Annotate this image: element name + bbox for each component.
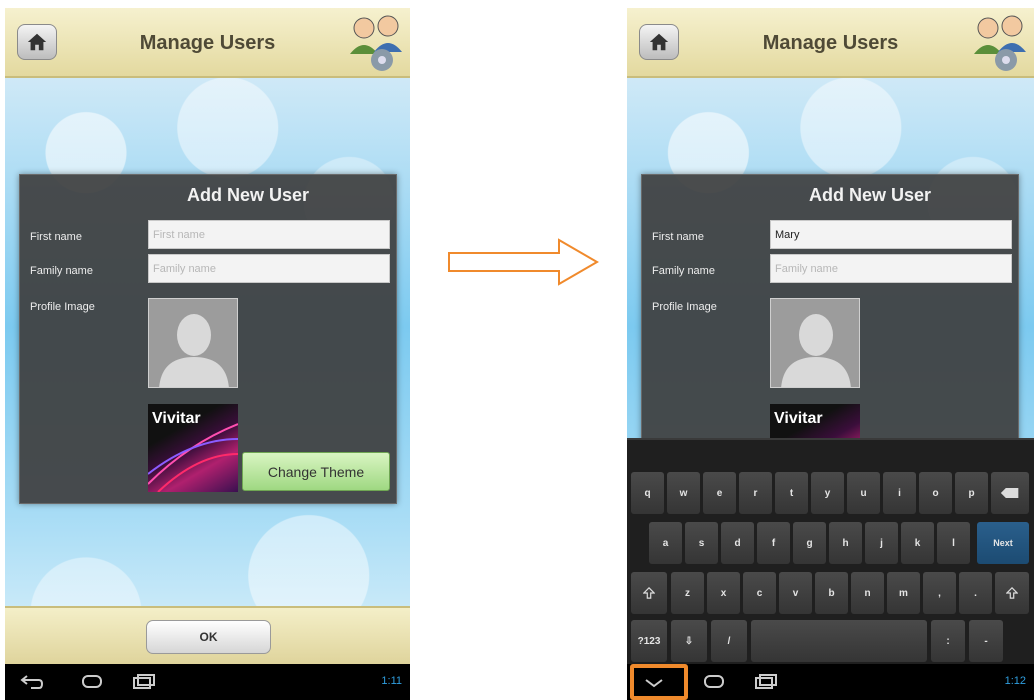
- add-user-panel: Add New User First name Family name Prof…: [19, 174, 397, 504]
- key-o[interactable]: o: [919, 472, 952, 514]
- ok-button[interactable]: OK: [146, 620, 271, 654]
- key-dash[interactable]: -: [969, 620, 1003, 662]
- key-x[interactable]: x: [707, 572, 740, 614]
- key-k[interactable]: k: [901, 522, 934, 564]
- status-clock: 1:12: [1004, 675, 1026, 687]
- keyboard-row-3: zxcvbnm,.: [627, 572, 1034, 616]
- key-q[interactable]: q: [631, 472, 664, 514]
- key-comma[interactable]: ,: [923, 572, 956, 614]
- next-key[interactable]: Next: [977, 522, 1029, 564]
- tutorial-comparison: Manage Users Add New User First name Fam…: [0, 0, 1034, 700]
- system-nav-bar: 1:12: [627, 664, 1034, 700]
- key-g[interactable]: g: [793, 522, 826, 564]
- shift-key-right[interactable]: [995, 572, 1029, 614]
- panel-title: Add New User: [186, 185, 310, 205]
- soft-keyboard: qwertyuiop a s d f g h j k l Next zxcvbnm,. ?123 …: [627, 438, 1034, 664]
- right-arrow-icon: [448, 238, 599, 286]
- profile-image-picker[interactable]: [770, 298, 860, 388]
- key-period[interactable]: .: [959, 572, 992, 614]
- key-d[interactable]: d: [721, 522, 754, 564]
- first-name-field[interactable]: [770, 220, 1012, 249]
- top-bar: Manage Users: [627, 8, 1034, 78]
- key-colon[interactable]: :: [931, 620, 965, 662]
- family-name-label: Family name: [30, 265, 93, 277]
- keyboard-row-1: qwertyuiop: [627, 472, 1034, 516]
- key-mic[interactable]: ⇩: [671, 620, 707, 662]
- key-space[interactable]: [751, 620, 927, 662]
- status-clock: 1:11: [381, 675, 402, 687]
- shift-icon: [1006, 587, 1018, 599]
- key-u[interactable]: u: [847, 472, 880, 514]
- profile-image-label: Profile Image: [30, 301, 95, 313]
- panel-title: Add New User: [808, 185, 932, 205]
- top-bar: Manage Users: [5, 8, 410, 78]
- key-l[interactable]: l: [937, 522, 970, 564]
- hide-keyboard-highlight: [630, 664, 688, 700]
- bottom-bar: OK: [5, 606, 410, 664]
- key-r[interactable]: r: [739, 472, 772, 514]
- recent-apps-icon[interactable]: [131, 672, 157, 692]
- home-nav-icon[interactable]: [79, 672, 105, 692]
- theme-name: Vivitar: [774, 410, 823, 427]
- manage-users-icon[interactable]: [970, 10, 1030, 74]
- key-m[interactable]: m: [887, 572, 920, 614]
- home-nav-icon[interactable]: [701, 672, 727, 692]
- family-name-field[interactable]: [148, 254, 390, 283]
- backspace-icon: [1000, 488, 1019, 498]
- theme-thumbnail[interactable]: Vivitar: [148, 404, 238, 492]
- profile-image-picker[interactable]: [148, 298, 238, 388]
- profile-image-label: Profile Image: [652, 301, 717, 313]
- key-e[interactable]: e: [703, 472, 736, 514]
- recent-apps-icon[interactable]: [753, 672, 779, 692]
- key-slash[interactable]: /: [711, 620, 747, 662]
- key-w[interactable]: w: [667, 472, 700, 514]
- key-t[interactable]: t: [775, 472, 808, 514]
- back-icon[interactable]: [19, 672, 45, 692]
- first-name-field[interactable]: [148, 220, 390, 249]
- screen-after: Manage Users Add New User First name Fam…: [627, 8, 1034, 700]
- change-theme-button[interactable]: Change Theme: [242, 452, 390, 491]
- screen-before: Manage Users Add New User First name Fam…: [5, 8, 410, 700]
- add-user-panel: Add New User First name Family name Prof…: [641, 174, 1019, 492]
- key-j[interactable]: j: [865, 522, 898, 564]
- system-nav-bar: 1:11: [5, 664, 410, 700]
- key-a[interactable]: a: [649, 522, 682, 564]
- key-p[interactable]: p: [955, 472, 988, 514]
- person-silhouette-icon: [159, 314, 229, 387]
- keyboard-row-4: ?123 ⇩ / : -: [627, 620, 1034, 664]
- key-symbols[interactable]: ?123: [631, 620, 667, 662]
- theme-swirl-graphic: [148, 423, 238, 492]
- keyboard-row-2: a s d f g h j k l Next: [627, 522, 1034, 566]
- person-silhouette-icon: [781, 314, 851, 387]
- first-name-label: First name: [30, 231, 82, 243]
- key-y[interactable]: y: [811, 472, 844, 514]
- backspace-key[interactable]: [991, 472, 1029, 514]
- shift-icon: [643, 587, 655, 599]
- key-h[interactable]: h: [829, 522, 862, 564]
- shift-key-left[interactable]: [631, 572, 667, 614]
- key-s[interactable]: s: [685, 522, 718, 564]
- first-name-label: First name: [652, 231, 704, 243]
- key-c[interactable]: c: [743, 572, 776, 614]
- family-name-label: Family name: [652, 265, 715, 277]
- key-i[interactable]: i: [883, 472, 916, 514]
- key-f[interactable]: f: [757, 522, 790, 564]
- key-v[interactable]: v: [779, 572, 812, 614]
- family-name-field[interactable]: [770, 254, 1012, 283]
- key-z[interactable]: z: [671, 572, 704, 614]
- key-n[interactable]: n: [851, 572, 884, 614]
- key-b[interactable]: b: [815, 572, 848, 614]
- manage-users-icon[interactable]: [346, 10, 406, 74]
